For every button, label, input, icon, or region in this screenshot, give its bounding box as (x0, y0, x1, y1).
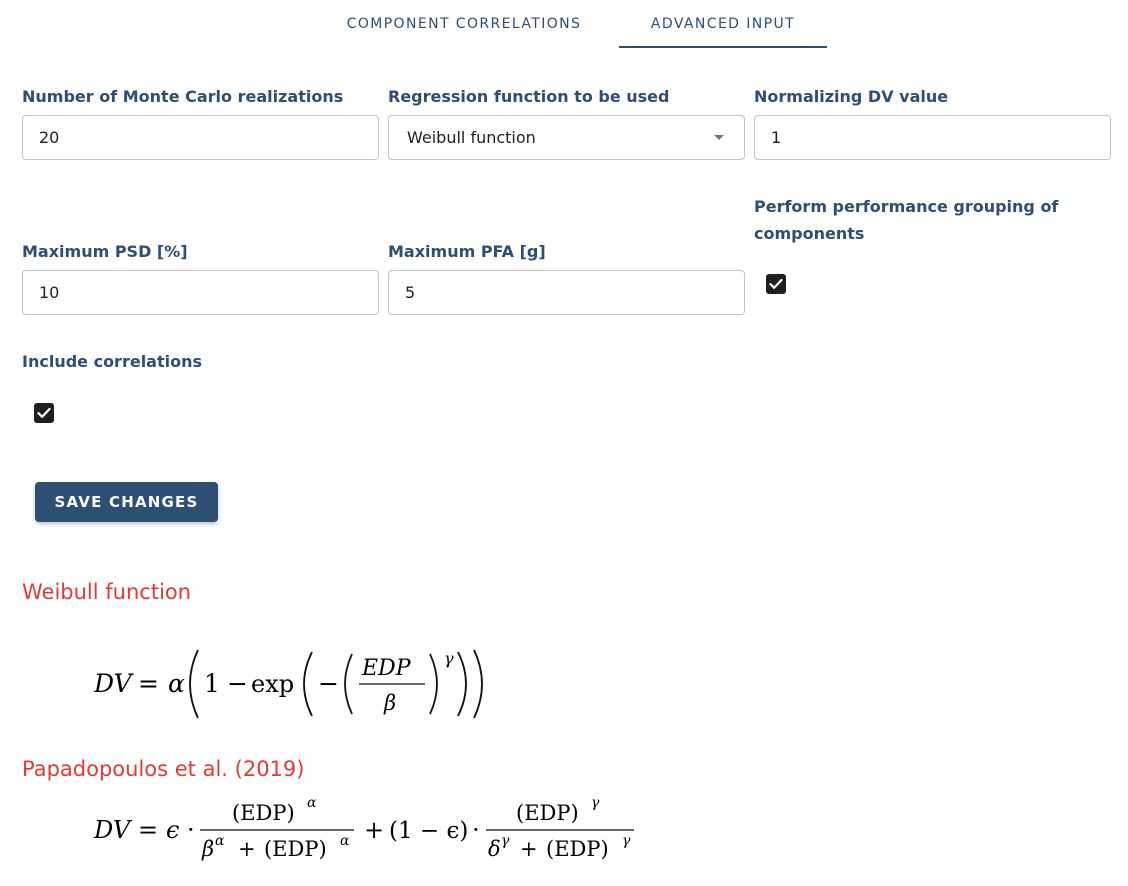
eq-den-beta: β (383, 691, 396, 715)
include-correlations-label: Include correlations (22, 352, 203, 371)
regression-label: Regression function to be used (388, 87, 670, 106)
check-icon (769, 278, 783, 289)
performance-grouping-checkbox[interactable] (766, 274, 786, 294)
paren-close-3 (429, 653, 438, 715)
eq2-dv: DV (93, 816, 133, 844)
max-pfa-input[interactable] (388, 270, 745, 315)
eq2-den2-plus: + (520, 837, 538, 861)
eq-alpha: α (168, 669, 185, 698)
include-correlations-checkbox[interactable] (34, 403, 54, 423)
tab-component-correlations[interactable]: COMPONENT CORRELATIONS (313, 0, 615, 48)
eq2-den1-beta: β (201, 837, 214, 861)
regression-select-value: Weibull function (407, 128, 536, 147)
monte-carlo-input[interactable] (22, 115, 379, 160)
eq2-plus: + (364, 816, 384, 844)
performance-grouping-label: Perform performance grouping of componen… (754, 197, 1059, 243)
papadopoulos-equation: DV = ϵ · (EDP) α β α + (EDP) α + (1 − ϵ)… (93, 795, 634, 861)
regression-select[interactable]: Weibull function (388, 115, 745, 160)
save-changes-button[interactable]: SAVE CHANGES (35, 482, 218, 522)
eq2-dot: · (187, 816, 195, 844)
eq2-den1-plus: + (238, 837, 256, 861)
weibull-title: Weibull function (22, 580, 192, 604)
paren-open-1 (189, 649, 199, 719)
eq2-equals: = (138, 816, 158, 844)
eq2-den2-edp-pow: γ (622, 833, 631, 849)
eq2-epsilon: ϵ (166, 816, 179, 844)
eq2-one-minus-eps: (1 − ϵ) (389, 818, 468, 844)
max-psd-input[interactable] (22, 270, 379, 315)
check-icon (37, 407, 51, 418)
eq2-den1-edp: (EDP) (264, 837, 327, 861)
eq2-num1: (EDP) (232, 801, 295, 825)
eq-exp: exp (251, 670, 294, 698)
eq-dv: DV (93, 669, 135, 698)
eq2-den1-beta-pow: α (215, 833, 225, 849)
paren-open-3 (344, 653, 353, 715)
paren-open-2 (303, 651, 313, 717)
chevron-down-icon (714, 135, 724, 140)
eq2-num2: (EDP) (516, 801, 579, 825)
eq-equals: = (138, 669, 159, 698)
eq2-den2-delta: δ (488, 837, 501, 861)
eq-minus: − (227, 669, 248, 698)
papadopoulos-title: Papadopoulos et al. (2019) (22, 757, 305, 781)
max-pfa-label: Maximum PFA [g] (388, 242, 546, 261)
paren-close-1 (473, 649, 483, 719)
max-psd-label: Maximum PSD [%] (22, 242, 188, 261)
weibull-equation: DV = α 1 − exp − EDP β γ (93, 649, 483, 719)
eq-minus-2: − (318, 669, 339, 698)
normalizing-dv-label: Normalizing DV value (754, 87, 949, 106)
tab-advanced-input[interactable]: ADVANCED INPUT (619, 0, 827, 48)
paren-close-2 (457, 651, 467, 717)
monte-carlo-label: Number of Monte Carlo realizations (22, 87, 344, 106)
eq2-den1-edp-pow: α (340, 833, 350, 849)
eq2-num1-pow: α (307, 795, 317, 811)
eq-num-edp: EDP (361, 656, 412, 681)
eq2-den2-edp: (EDP) (546, 837, 609, 861)
eq2-num2-pow: γ (591, 795, 600, 811)
normalizing-dv-input[interactable] (754, 115, 1111, 160)
eq-one: 1 (204, 669, 220, 698)
eq2-dot-2: · (472, 816, 480, 844)
eq-pow-gamma: γ (444, 649, 454, 668)
eq2-den2-delta-pow: γ (501, 833, 510, 849)
